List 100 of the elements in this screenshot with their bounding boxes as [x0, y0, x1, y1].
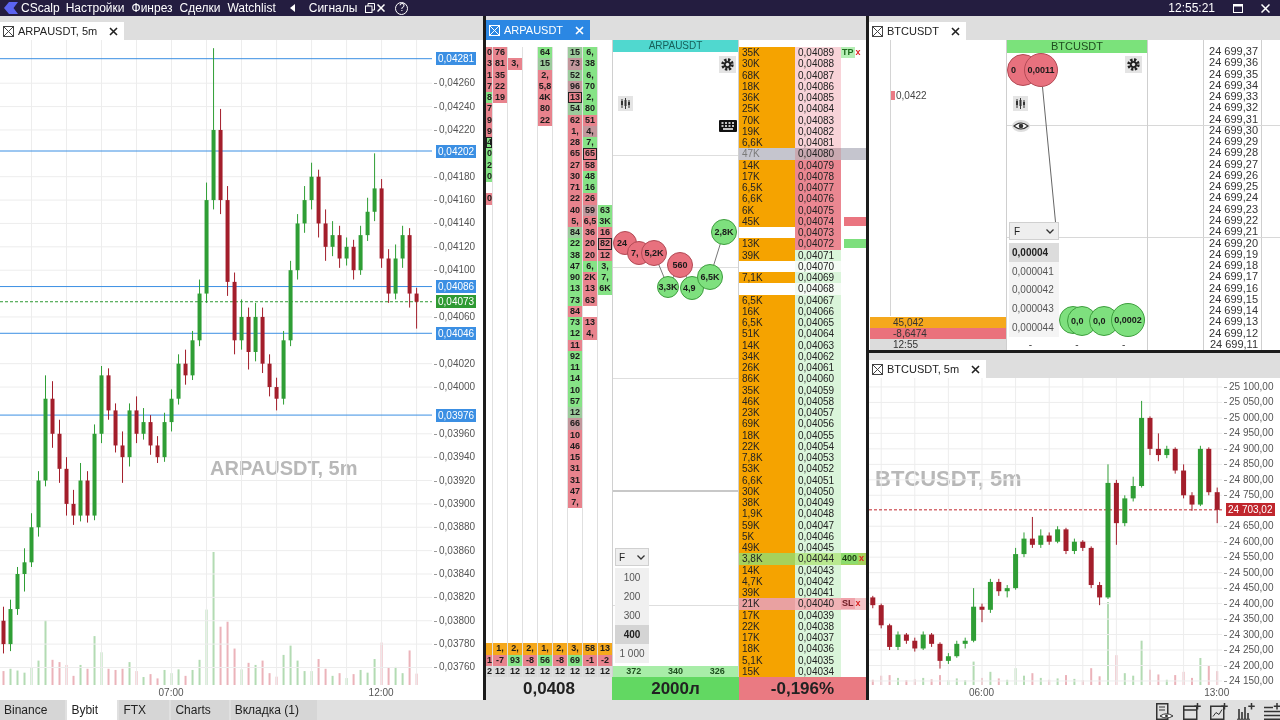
- filter-dropdown[interactable]: F: [1009, 222, 1059, 240]
- order-tag: 400: [841, 553, 859, 565]
- caret-left-icon[interactable]: [289, 4, 295, 12]
- candle: [295, 213, 300, 281]
- axis-label: 0,04240: [439, 100, 476, 113]
- cluster-cell: 59: [582, 204, 597, 216]
- cluster-cell: 54: [567, 103, 582, 115]
- eye-icon[interactable]: [1012, 120, 1030, 132]
- candle: [344, 236, 349, 266]
- cluster-cell: 7,: [567, 497, 582, 509]
- settings-button[interactable]: [719, 56, 736, 73]
- size-option[interactable]: 0,000042: [1009, 280, 1059, 300]
- price-cell: 0,04085: [795, 92, 841, 104]
- cluster-cell: 63: [582, 294, 597, 306]
- candle: [239, 298, 244, 351]
- price-cell-text: 24 699,23: [1208, 203, 1259, 215]
- menu-item[interactable]: Сделки: [178, 0, 222, 16]
- axis-label: 0,03940: [439, 451, 476, 464]
- exchange-tab[interactable]: Binance: [0, 700, 66, 720]
- filter-dropdown[interactable]: F: [615, 548, 649, 566]
- trade-bubble: 560: [667, 252, 693, 278]
- trade-marker-icon: [891, 91, 895, 100]
- settings-button[interactable]: [1125, 56, 1142, 73]
- candle: [302, 185, 307, 234]
- maximize-icon[interactable]: [1233, 3, 1243, 13]
- price-cell: 0,04041: [795, 587, 841, 599]
- candle: [1130, 476, 1136, 502]
- candle: [414, 287, 419, 330]
- size-option[interactable]: 300: [615, 606, 649, 625]
- price-cell: 0,04040: [795, 598, 841, 610]
- candle: [1155, 432, 1161, 462]
- panel-tab[interactable]: ARPAUSDT: [486, 20, 591, 40]
- size-option[interactable]: 1 000: [615, 644, 649, 663]
- restore-icon[interactable]: [365, 3, 376, 13]
- cluster-cell: 13: [582, 283, 597, 295]
- size-option[interactable]: 100: [615, 568, 649, 587]
- chart-watermark: ARPAUSDT, 5m: [210, 458, 358, 478]
- candle: [253, 302, 258, 362]
- list-add-icon[interactable]: [1264, 703, 1280, 720]
- chart-button[interactable]: [618, 96, 633, 111]
- price-cell: 0,04057: [795, 407, 841, 419]
- cluster-cell: 3,: [507, 58, 522, 70]
- cluster-cell: 38: [567, 249, 582, 261]
- chart-button[interactable]: [1013, 96, 1028, 111]
- close-icon[interactable]: [971, 364, 981, 374]
- size-option[interactable]: 0,000043: [1009, 299, 1059, 319]
- chart-add-icon[interactable]: [1210, 703, 1228, 720]
- price-cell: 0,04035: [795, 654, 841, 666]
- chart-eye-icon[interactable]: [1156, 703, 1174, 720]
- exchange-tab[interactable]: FTX: [119, 700, 170, 720]
- price-cell: 0,04069: [795, 272, 841, 284]
- size-option[interactable]: 0,00004: [1009, 243, 1059, 262]
- dash-value: -: [1028, 339, 1032, 350]
- exchange-tab[interactable]: Charts: [171, 700, 229, 720]
- axis-label: 24 250,00: [1229, 644, 1274, 656]
- size-option[interactable]: 200: [615, 587, 649, 606]
- panel-tab[interactable]: ARPAUSDT, 5m: [0, 22, 125, 40]
- cluster-cell: 12: [597, 249, 612, 261]
- axis-label: 24 850,00: [1229, 458, 1274, 471]
- panel-tab[interactable]: BTCUSDT, 5m: [869, 360, 987, 378]
- menu-item[interactable]: Настройки: [64, 0, 126, 16]
- volume-cell: 86K: [739, 373, 795, 385]
- candle: [183, 349, 188, 386]
- candle: [141, 407, 146, 441]
- exchange-tab[interactable]: Вкладка (1): [230, 700, 317, 720]
- price-cell: 0,04089: [795, 47, 841, 59]
- close-icon[interactable]: [950, 26, 960, 36]
- candle: [71, 489, 76, 526]
- candles-icon: [1015, 98, 1026, 109]
- panel-tab[interactable]: BTCUSDT: [869, 22, 966, 40]
- candle: [1088, 545, 1094, 589]
- cluster-delta-cell: -8: [552, 654, 567, 666]
- candle: [64, 456, 69, 517]
- size-option[interactable]: 0,000044: [1009, 318, 1059, 337]
- candle: [393, 244, 398, 300]
- menu-item[interactable]: Финрез: [130, 0, 174, 16]
- volume-cell: 21K: [739, 598, 795, 610]
- close-icon[interactable]: [109, 26, 119, 36]
- axis-label: 0,03960: [439, 427, 476, 440]
- order-close-button[interactable]: x: [854, 47, 861, 59]
- candle: [246, 307, 251, 370]
- price-cell-text: 24 699,15: [1208, 293, 1259, 306]
- window-add-icon[interactable]: [1183, 703, 1201, 720]
- cluster-cell: 3: [486, 58, 492, 70]
- size-option[interactable]: 400: [615, 625, 649, 644]
- keyboard-icon[interactable]: [719, 120, 737, 132]
- candle: [351, 239, 356, 281]
- cluster-count-cell: 2: [486, 665, 492, 677]
- exchange-tab[interactable]: Bybit: [67, 700, 118, 720]
- cluster-delta-cell: -2: [597, 654, 612, 666]
- price-cell-text: 24 699,26: [1208, 169, 1259, 182]
- order-marker: [844, 216, 866, 226]
- price-cell-text: 24 699,34: [1208, 79, 1259, 92]
- menu-item[interactable]: Сигналы: [308, 0, 358, 16]
- price-cell: 0,04049: [795, 497, 841, 509]
- size-option[interactable]: 0,000041: [1009, 261, 1059, 281]
- pnl-stat: -8,6474: [870, 328, 1006, 339]
- menu-item[interactable]: Watchlist: [226, 0, 277, 16]
- candle: [1046, 531, 1052, 546]
- bar-chart-add-icon[interactable]: [1237, 703, 1255, 720]
